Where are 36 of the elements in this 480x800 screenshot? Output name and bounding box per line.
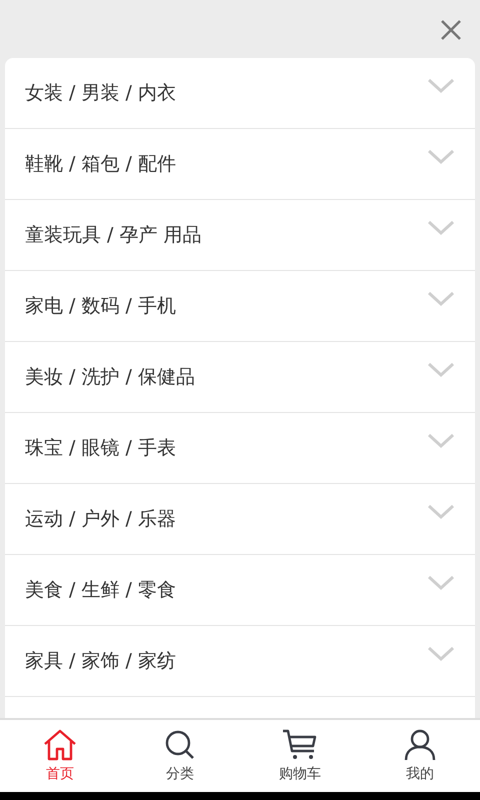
chevron-icon [427, 504, 455, 520]
category-row[interactable]: 鞋靴 / 箱包 / 配件 [5, 129, 475, 200]
category-label: 珠宝 / 眼镜 / 手表 [25, 436, 176, 461]
category-row[interactable]: 珠宝 / 眼镜 / 手表 [5, 413, 475, 484]
category-label: 运动 / 户外 / 乐器 [25, 507, 176, 532]
tab-item[interactable]: 我的 [360, 720, 480, 792]
category-label: 童装玩具 / 孕产 用品 [25, 223, 202, 248]
chevron-icon [427, 291, 455, 307]
category-row[interactable]: 童装玩具 / 孕产 用品 [5, 200, 475, 271]
user-icon [403, 729, 437, 761]
tab-item[interactable]: 分类 [120, 720, 240, 792]
chevron-icon [427, 433, 455, 449]
tab-item[interactable]: 首页 [0, 720, 120, 792]
tab-item[interactable]: 购物车 [240, 720, 360, 792]
category-row[interactable]: 美食 / 生鲜 / 零食 [5, 555, 475, 626]
category-label: 女装 / 男装 / 内衣 [25, 81, 176, 106]
chevron-icon [427, 575, 455, 591]
cart-icon [282, 729, 318, 761]
category-row[interactable]: 美妆 / 洗护 / 保健品 [5, 342, 475, 413]
chevron-icon [427, 149, 455, 165]
close-icon [440, 19, 462, 41]
chevron-icon [427, 220, 455, 236]
category-label: 美食 / 生鲜 / 零食 [25, 578, 176, 603]
category-label: 家电 / 数码 / 手机 [25, 294, 176, 319]
chevron-icon [427, 646, 455, 662]
category-row[interactable]: 运动 / 户外 / 乐器 [5, 484, 475, 555]
category-label: 美妆 / 洗护 / 保健品 [25, 365, 195, 390]
chevron-icon [427, 78, 455, 94]
close-button[interactable] [440, 19, 462, 41]
category-row[interactable]: 女装 / 男装 / 内衣 [5, 58, 475, 129]
category-label: 家具 / 家饰 / 家纺 [25, 649, 176, 674]
category-row[interactable]: 家具 / 家饰 / 家纺 [5, 626, 475, 697]
category-label: 鞋靴 / 箱包 / 配件 [25, 152, 176, 177]
chevron-icon [427, 362, 455, 378]
home-icon [43, 729, 77, 761]
category-row[interactable]: 家电 / 数码 / 手机 [5, 271, 475, 342]
